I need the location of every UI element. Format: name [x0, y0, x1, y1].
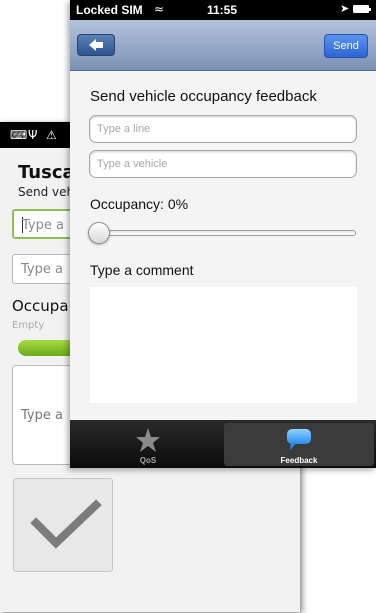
back-button[interactable]	[77, 34, 115, 56]
tab-feedback[interactable]: Feedback	[224, 423, 374, 466]
occupancy-slider-thumb[interactable]	[88, 222, 110, 244]
battery-icon	[353, 5, 371, 13]
back-arrow-icon	[89, 39, 103, 51]
ios-status-bar: Locked SIM ≈ 11:55 ➤	[70, 0, 376, 20]
page-heading: Send vehicle occupancy feedback	[90, 88, 317, 105]
android-vehicle-placeholder: Type a	[21, 262, 63, 277]
occupancy-label: Occupancy: 0%	[90, 196, 189, 212]
check-icon	[30, 499, 102, 549]
line-placeholder: Type a line	[97, 123, 151, 135]
warning-icon: ⚠	[46, 128, 57, 142]
tab-bar: QoS Feedback	[70, 420, 376, 468]
carrier-label: Locked SIM	[76, 3, 143, 17]
android-title: Tusca	[18, 162, 75, 183]
android-occupancy-label: Occupa	[12, 297, 69, 315]
send-button[interactable]: Send	[324, 34, 368, 58]
keyboard-icon: ⌨	[10, 128, 28, 142]
occupancy-slider[interactable]	[90, 230, 356, 236]
comment-input[interactable]	[90, 287, 357, 403]
tab-qos-label: QoS	[139, 456, 157, 465]
line-input[interactable]: Type a line	[89, 115, 357, 143]
vehicle-input[interactable]: Type a vehicle	[89, 150, 357, 178]
tab-feedback-label: Feedback	[280, 456, 318, 465]
ios-screen: Locked SIM ≈ 11:55 ➤ Send Send vehicle o…	[70, 0, 376, 468]
android-line-placeholder: Type a	[22, 218, 64, 233]
star-icon	[136, 428, 160, 452]
android-empty-label: Empty	[12, 320, 45, 331]
android-comment-placeholder: Type a	[21, 408, 63, 423]
android-submit-button[interactable]	[13, 478, 113, 572]
clock: 11:55	[207, 3, 238, 17]
android-subtitle: Send veh	[18, 185, 75, 199]
vehicle-placeholder: Type a vehicle	[97, 158, 168, 170]
nav-bar: Send	[70, 20, 376, 71]
tab-qos[interactable]: QoS	[73, 423, 223, 466]
comment-label: Type a comment	[90, 262, 194, 278]
location-icon: ➤	[340, 2, 350, 15]
speech-bubble-icon	[287, 429, 311, 450]
wifi-icon: ≈	[154, 2, 165, 16]
usb-icon: Ψ	[28, 128, 38, 142]
